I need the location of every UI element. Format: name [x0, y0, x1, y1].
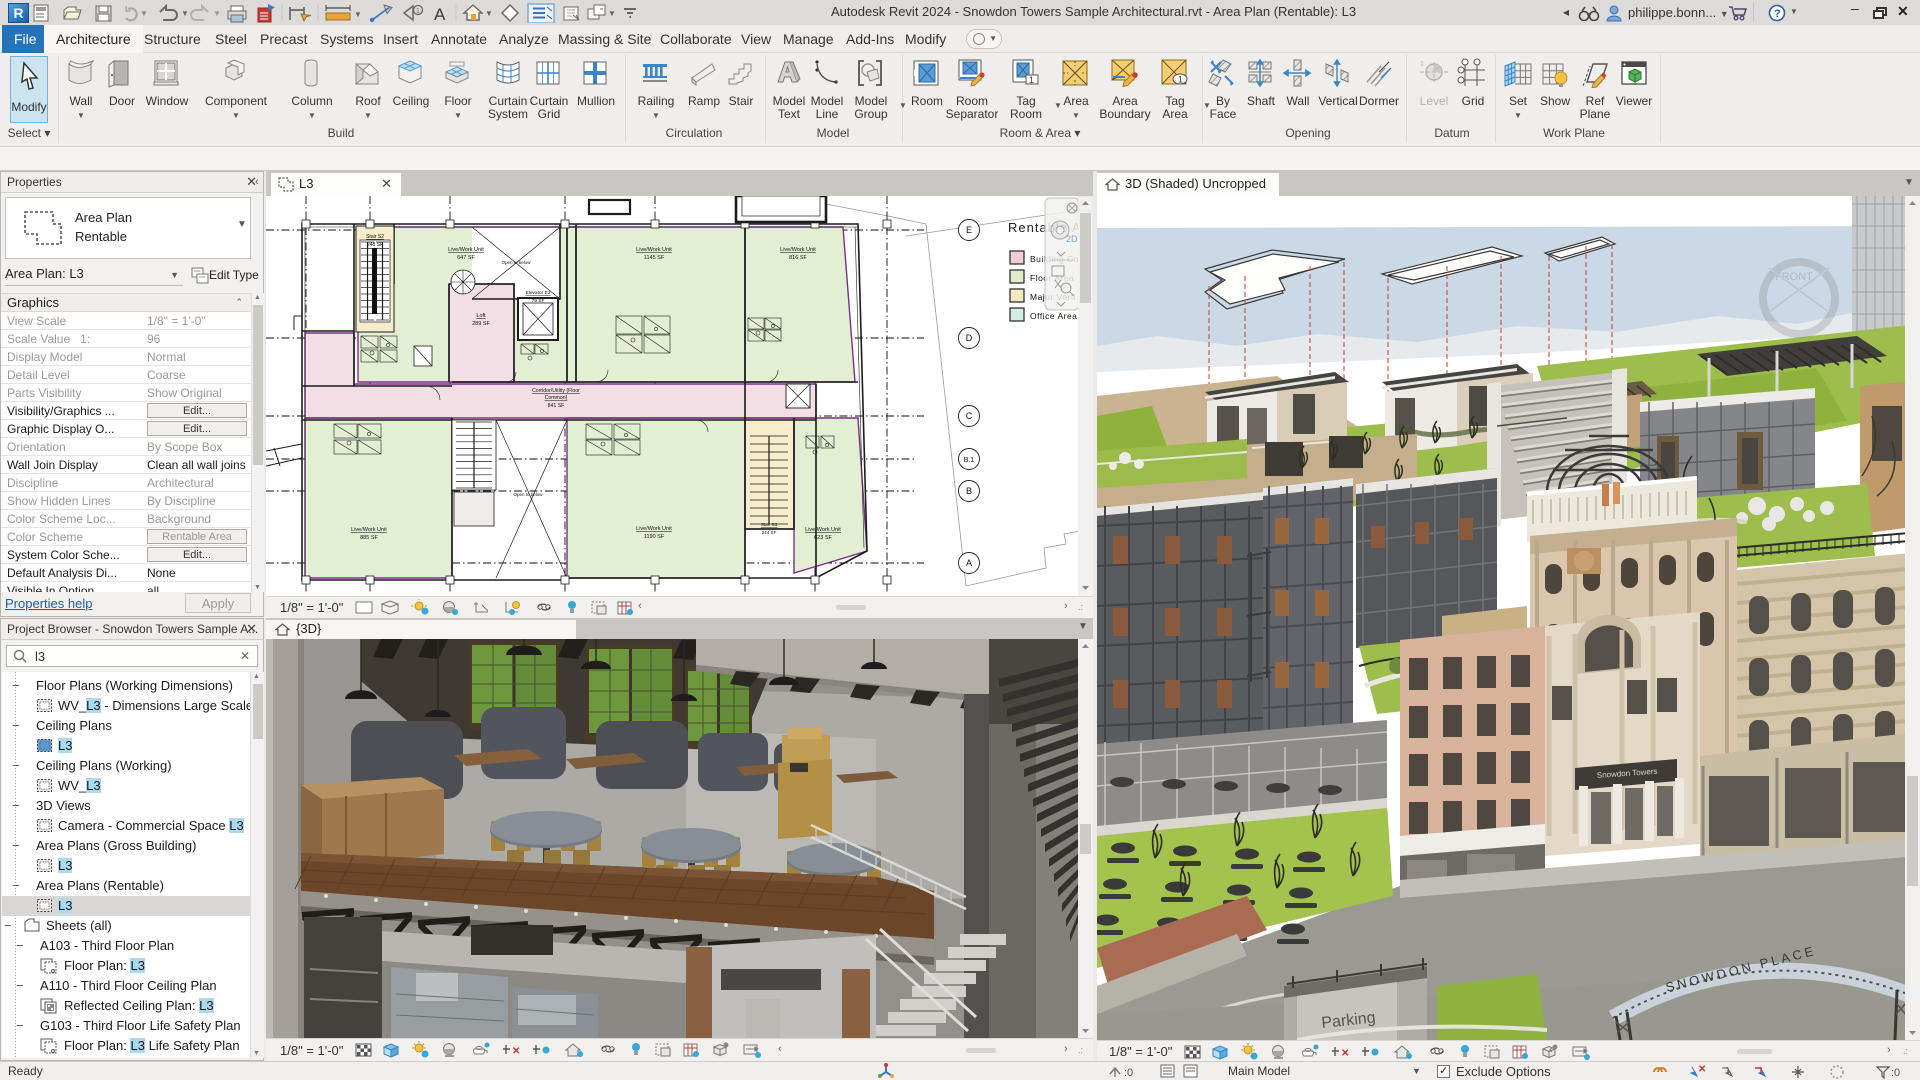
svg-text:✕: ✕	[1341, 1048, 1349, 1059]
svg-text:647 SF: 647 SF	[457, 255, 475, 261]
svg-text:B.1: B.1	[964, 457, 975, 464]
svg-text:1: 1	[1420, 61, 1424, 68]
svg-text:E: E	[966, 225, 972, 235]
svg-text:1190 SF: 1190 SF	[644, 534, 665, 540]
svg-text:Corridor/Utility (Floor: Corridor/Utility (Floor	[532, 388, 580, 394]
svg-text:Stair S3: Stair S3	[761, 522, 778, 527]
svg-text:?: ?	[1774, 8, 1781, 20]
svg-text:A: A	[434, 5, 446, 23]
svg-text:289 SF: 289 SF	[472, 321, 490, 327]
svg-text:Live/Work Unit: Live/Work Unit	[636, 526, 672, 532]
svg-text:▼: ▼	[608, 9, 616, 18]
svg-text:Live/Work Unit: Live/Work Unit	[805, 527, 841, 533]
svg-text:Elevator E2: Elevator E2	[526, 290, 551, 296]
svg-text:D: D	[966, 333, 973, 343]
svg-text:▼: ▼	[181, 9, 189, 18]
svg-text:✕: ✕	[1698, 1064, 1706, 1075]
svg-text:▼: ▼	[485, 9, 493, 18]
svg-text:▼: ▼	[140, 9, 148, 18]
svg-text:Live/Work Unit: Live/Work Unit	[780, 247, 816, 253]
svg-text:623 SF: 623 SF	[814, 535, 832, 541]
svg-text:Common): Common)	[545, 395, 568, 401]
svg-text:C: C	[966, 411, 973, 421]
svg-text:A: A	[966, 558, 972, 568]
svg-text:Live/Work Unit: Live/Work Unit	[448, 247, 484, 253]
svg-text:Open to below: Open to below	[501, 260, 531, 265]
svg-text:79 SF: 79 SF	[532, 298, 545, 304]
svg-text:1: 1	[1178, 75, 1183, 85]
svg-text:885 SF: 885 SF	[360, 535, 378, 541]
svg-text:Live/Work Unit: Live/Work Unit	[351, 527, 387, 533]
svg-text:1145 SF: 1145 SF	[644, 255, 665, 261]
svg-text::0: :0	[1124, 1067, 1133, 1079]
svg-text:Live/Work Unit: Live/Work Unit	[636, 247, 672, 253]
svg-text:244 SF: 244 SF	[762, 530, 777, 535]
svg-text:Office Area: Office Area	[1030, 311, 1077, 321]
svg-text:▼: ▼	[213, 9, 221, 18]
svg-text:▼: ▼	[354, 10, 362, 19]
svg-text:248 SF: 248 SF	[367, 242, 383, 248]
svg-text:Loft: Loft	[476, 313, 486, 319]
svg-text:1: 1	[416, 8, 420, 15]
svg-text:1: 1	[1029, 75, 1034, 85]
svg-text:Stair S2: Stair S2	[366, 234, 384, 240]
svg-text:B: B	[966, 486, 972, 496]
svg-text:816 SF: 816 SF	[789, 255, 807, 261]
svg-text:2D: 2D	[1066, 234, 1078, 244]
svg-text:Open to below: Open to below	[513, 492, 543, 497]
svg-text:841 SF: 841 SF	[548, 403, 565, 409]
svg-text::0: :0	[1891, 1067, 1900, 1079]
svg-text:✕: ✕	[512, 1046, 520, 1057]
